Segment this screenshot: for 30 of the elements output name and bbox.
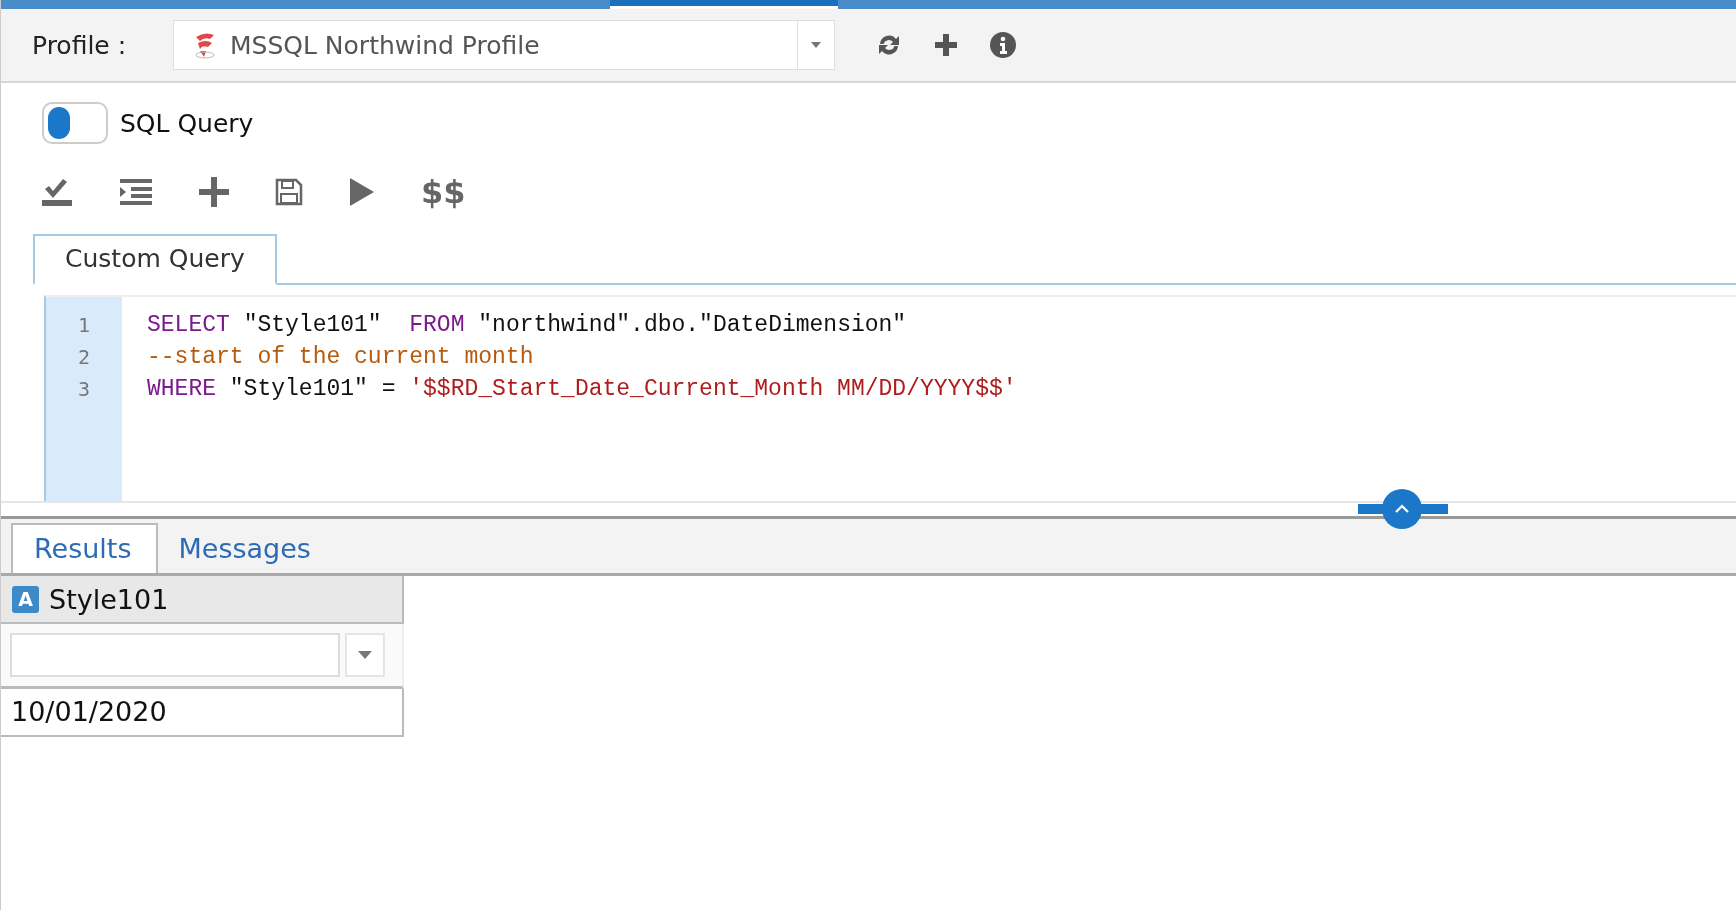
play-icon[interactable] bbox=[349, 177, 375, 207]
save-icon[interactable] bbox=[275, 178, 303, 206]
toggle-switch[interactable] bbox=[42, 102, 108, 144]
editor-tab[interactable]: Custom Query bbox=[33, 234, 277, 285]
column-name: Style101 bbox=[49, 583, 169, 615]
result-tab[interactable]: Results bbox=[11, 523, 158, 573]
line-number: 1 bbox=[76, 312, 91, 339]
filter-dropdown-button[interactable] bbox=[345, 633, 385, 677]
code-line: SELECT "Style101" FROM "northwind".dbo."DateDimension" bbox=[147, 311, 908, 340]
toggle-label: SQL Query bbox=[120, 108, 254, 138]
line-number: 3 bbox=[76, 376, 91, 403]
filter-field[interactable] bbox=[10, 633, 340, 677]
chevron-up-icon bbox=[1394, 504, 1410, 514]
caret-icon bbox=[810, 41, 822, 49]
code-line: --start of the current month bbox=[147, 343, 535, 372]
result-tab[interactable]: Messages bbox=[157, 525, 335, 573]
add-icon[interactable] bbox=[933, 32, 959, 58]
caret-icon bbox=[358, 651, 372, 659]
table-cell: 10/01/2020 bbox=[1, 689, 404, 737]
variables-button[interactable]: $$ bbox=[421, 173, 466, 211]
info-icon[interactable] bbox=[989, 31, 1017, 59]
text-type-icon: A bbox=[12, 585, 39, 613]
indent-icon[interactable] bbox=[119, 178, 153, 206]
line-number: 2 bbox=[76, 344, 91, 371]
profile-label: Profile : bbox=[32, 30, 128, 60]
code-line: WHERE "Style101" = '$$RD_Start_Date_Current_Month MM/DD/YYYY$$' bbox=[147, 375, 1017, 404]
check-icon[interactable] bbox=[41, 177, 73, 207]
add-icon[interactable] bbox=[199, 177, 229, 207]
code-editor[interactable]: 1 2 3 SELECT "Style101" FROM "northwind".dbo."DateDimension" --start of the current month WHERE "Style101" = '$$RD_Start_Date_Current_Month MM/DD/YYYY$$' bbox=[44, 295, 1736, 501]
profile-dropdown[interactable]: MSSQL Northwind Profile bbox=[173, 20, 835, 70]
